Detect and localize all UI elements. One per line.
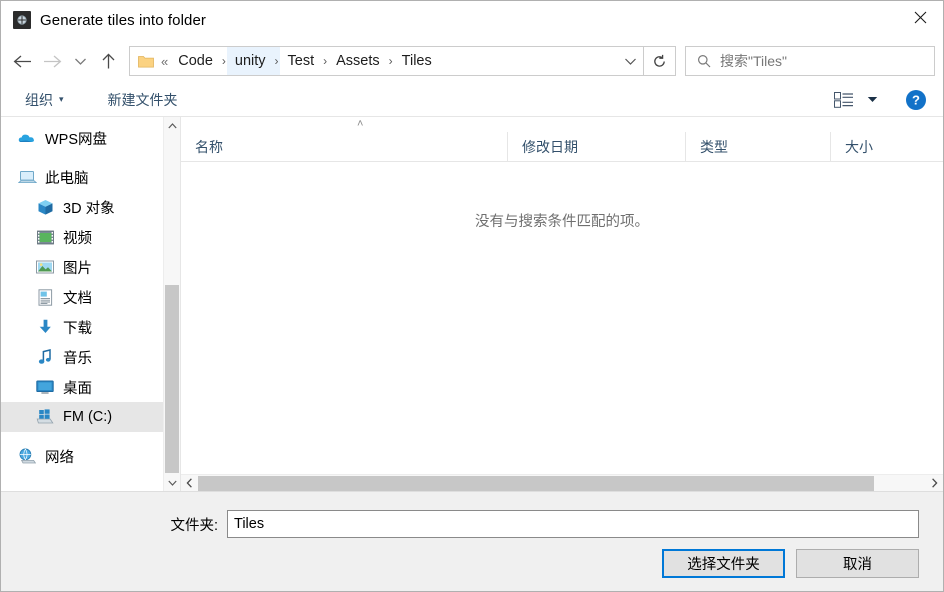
sidebar-item-label: 网络 — [45, 446, 74, 467]
sidebar-item-documents[interactable]: 文档 — [1, 282, 180, 312]
breadcrumb-item-test[interactable]: Test — [280, 47, 323, 75]
title-bar: Generate tiles into folder — [1, 1, 943, 39]
search-placeholder: 搜索"Tiles" — [720, 51, 787, 71]
organize-label: 组织 — [25, 90, 53, 110]
sidebar-item-videos[interactable]: 视频 — [1, 222, 180, 252]
empty-state-message: 没有与搜索条件匹配的项。 — [181, 210, 943, 231]
column-header-name[interactable]: 名称 — [181, 132, 507, 161]
folder-icon — [138, 54, 154, 68]
documents-icon — [35, 287, 55, 307]
file-list-pane: ˄ 名称 修改日期 类型 大小 没有与搜索条件匹配的项。 — [180, 117, 943, 491]
sidebar-item-downloads[interactable]: 下载 — [1, 312, 180, 342]
pictures-icon — [35, 257, 55, 277]
sidebar-item-3d-objects[interactable]: 3D 对象 — [1, 192, 180, 222]
sidebar-item-label: 视频 — [63, 227, 92, 248]
column-header-date-modified[interactable]: 修改日期 — [507, 132, 685, 161]
column-header-type[interactable]: 类型 — [685, 132, 830, 161]
sidebar-item-label: 文档 — [63, 287, 92, 308]
breadcrumb-item-unity[interactable]: unity — [227, 47, 274, 75]
scroll-up-icon[interactable] — [164, 117, 180, 134]
recent-locations-icon[interactable] — [67, 46, 93, 76]
scroll-right-icon[interactable] — [926, 475, 943, 492]
scroll-left-icon[interactable] — [181, 475, 198, 492]
breadcrumb-item-code[interactable]: Code — [170, 47, 221, 75]
search-input[interactable]: 搜索"Tiles" — [685, 46, 935, 76]
window-title: Generate tiles into folder — [40, 12, 206, 29]
search-icon — [697, 54, 711, 68]
chevron-down-icon[interactable] — [617, 47, 643, 75]
sidebar-item-label: 桌面 — [63, 377, 92, 398]
sidebar-item-label: 3D 对象 — [63, 197, 115, 218]
sidebar-item-fm-c-drive[interactable]: FM (C:) — [1, 402, 180, 432]
sidebar-item-label: 此电脑 — [45, 167, 89, 188]
help-icon[interactable]: ? — [899, 85, 933, 115]
column-headers: 名称 修改日期 类型 大小 — [181, 132, 943, 162]
sidebar-group-gap — [1, 153, 180, 162]
horizontal-scrollbar[interactable] — [181, 474, 943, 491]
cloud-icon — [17, 128, 37, 148]
sidebar-item-network[interactable]: 网络 — [1, 441, 180, 471]
toolbar-right-group: ? — [827, 85, 933, 115]
sidebar-item-desktop[interactable]: 桌面 — [1, 372, 180, 402]
footer-button-row: 选择文件夹 取消 — [662, 549, 919, 578]
dialog-footer: 文件夹: Tiles 选择文件夹 取消 — [1, 491, 943, 591]
refresh-icon[interactable] — [644, 46, 676, 76]
new-folder-button[interactable]: 新建文件夹 — [104, 87, 182, 113]
file-list[interactable]: 没有与搜索条件匹配的项。 — [181, 162, 943, 474]
computer-icon — [17, 167, 37, 187]
organize-button[interactable]: 组织 ▾ — [21, 87, 68, 113]
sidebar-vertical-scrollbar[interactable] — [163, 117, 180, 491]
folder-name-label: 文件夹: — [170, 514, 218, 535]
drive-icon — [35, 407, 55, 427]
sidebar-item-this-pc[interactable]: 此电脑 — [1, 162, 180, 192]
close-button[interactable] — [897, 1, 943, 33]
sidebar-item-pictures[interactable]: 图片 — [1, 252, 180, 282]
scrollbar-thumb[interactable] — [198, 476, 874, 491]
sidebar-item-label: 音乐 — [63, 347, 92, 368]
breadcrumb-item-assets[interactable]: Assets — [328, 47, 388, 75]
sidebar-item-music[interactable]: 音乐 — [1, 342, 180, 372]
downloads-icon — [35, 317, 55, 337]
folder-picker-dialog: Generate tiles into folder — [0, 0, 944, 592]
folder-name-row: 文件夹: Tiles — [1, 510, 919, 538]
sort-ascending-icon: ˄ — [357, 119, 363, 130]
column-header-size[interactable]: 大小 — [830, 132, 943, 161]
toolbar: 组织 ▾ 新建文件夹 ? — [1, 83, 943, 117]
list-view-icon[interactable] — [827, 87, 861, 113]
navigation-pane: WPS网盘 此电脑 — [1, 117, 180, 491]
cancel-button[interactable]: 取消 — [796, 549, 919, 578]
scroll-down-icon[interactable] — [164, 474, 180, 491]
sidebar-item-label: 图片 — [63, 257, 92, 278]
view-options-caret-icon[interactable] — [861, 87, 883, 113]
sidebar-item-label: 下载 — [63, 317, 92, 338]
breadcrumb-item-tiles[interactable]: Tiles — [394, 47, 440, 75]
breadcrumb-overflow[interactable]: « — [161, 47, 170, 75]
3d-objects-icon — [35, 197, 55, 217]
app-icon — [13, 11, 31, 29]
navigation-bar: « Code › unity › Test › Assets › Tiles — [1, 39, 943, 83]
back-icon[interactable] — [7, 46, 37, 76]
sidebar-item-wps-cloud[interactable]: WPS网盘 — [1, 123, 180, 153]
folder-name-input[interactable]: Tiles — [227, 510, 919, 538]
navigation-tree: WPS网盘 此电脑 — [1, 117, 180, 491]
sidebar-group-gap — [1, 432, 180, 441]
address-bar[interactable]: « Code › unity › Test › Assets › Tiles — [129, 46, 644, 76]
desktop-icon — [35, 377, 55, 397]
up-icon[interactable] — [93, 46, 123, 76]
select-folder-button[interactable]: 选择文件夹 — [662, 549, 785, 578]
sidebar-item-label: FM (C:) — [63, 409, 112, 425]
forward-icon — [37, 46, 67, 76]
dialog-body: WPS网盘 此电脑 — [1, 117, 943, 491]
sidebar-item-label: WPS网盘 — [45, 128, 107, 149]
svg-text:?: ? — [912, 92, 920, 107]
network-icon — [17, 446, 37, 466]
chevron-down-icon: ▾ — [59, 95, 64, 104]
scrollbar-track[interactable] — [198, 475, 926, 492]
videos-icon — [35, 227, 55, 247]
music-icon — [35, 347, 55, 367]
scrollbar-thumb[interactable] — [165, 285, 179, 473]
